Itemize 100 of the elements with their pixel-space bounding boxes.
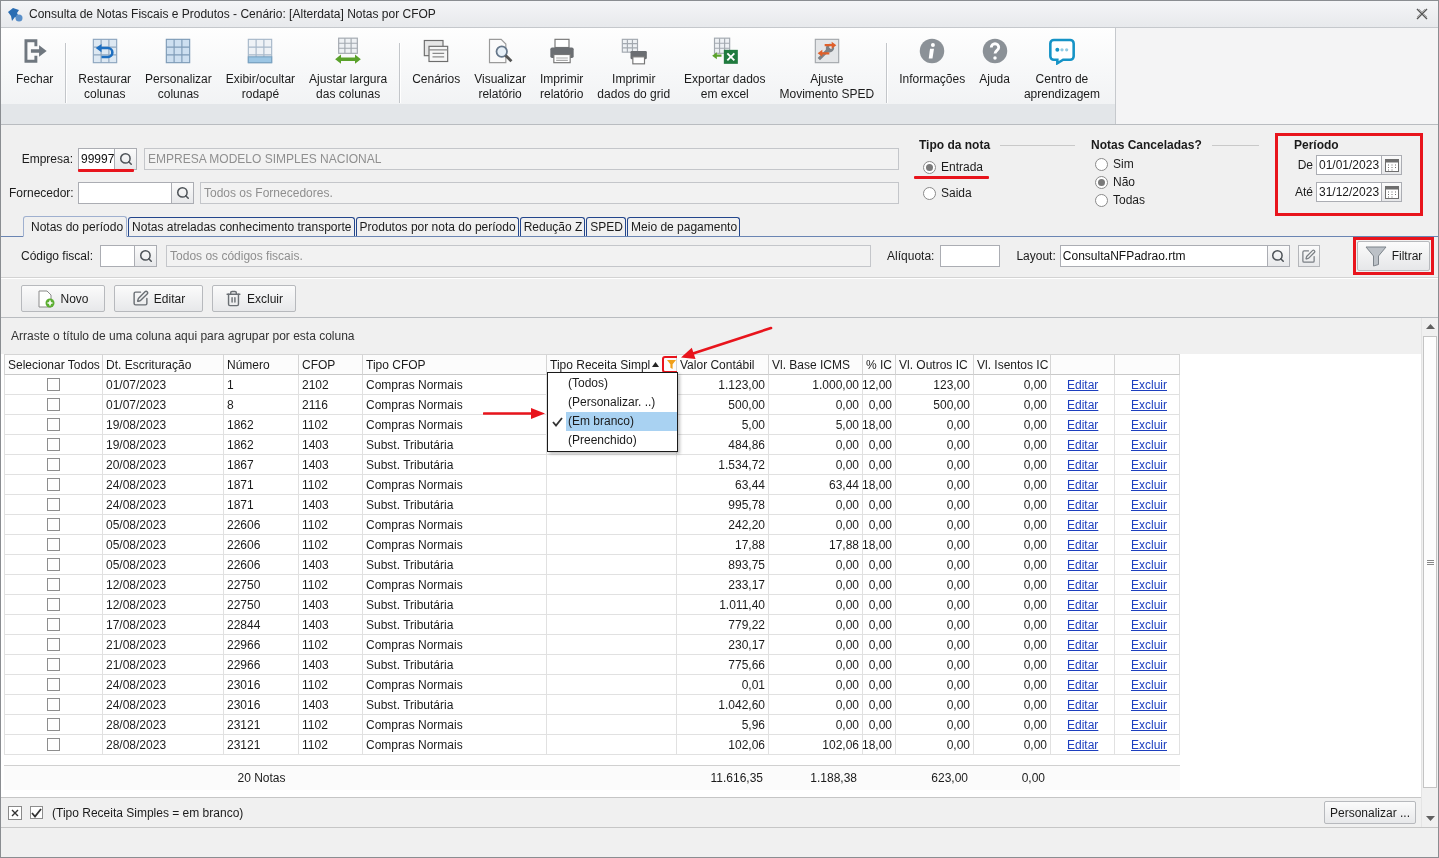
edit-link[interactable]: Editar — [1067, 537, 1099, 552]
edit-link[interactable]: Editar — [1067, 697, 1099, 712]
action-button[interactable]: Novo — [21, 285, 105, 312]
filter-icon[interactable] — [667, 360, 677, 369]
filter-checkbox[interactable] — [30, 806, 43, 819]
edit-link[interactable]: Editar — [1067, 717, 1099, 732]
toolbar-button[interactable]: Restaurar colunas — [71, 33, 139, 102]
close-icon[interactable] — [1416, 8, 1428, 20]
scroll-down-icon[interactable] — [1425, 816, 1435, 821]
edit-link[interactable]: Editar — [1067, 517, 1099, 532]
edit-link[interactable]: Editar — [1067, 677, 1099, 692]
tab[interactable]: Meio de pagamento — [627, 217, 741, 236]
edit-link[interactable]: Editar — [1067, 397, 1099, 412]
edit-link[interactable]: Editar — [1067, 577, 1099, 592]
radio-label[interactable]: Entrada — [941, 160, 984, 174]
edit-link[interactable]: Editar — [1067, 657, 1099, 672]
radio-label[interactable]: Não — [1113, 175, 1135, 189]
radio-button[interactable] — [923, 186, 936, 200]
scrollbar-thumb[interactable] — [1423, 336, 1437, 788]
delete-link[interactable]: Excluir — [1131, 637, 1167, 652]
row-checkbox[interactable] — [47, 698, 60, 711]
row-checkbox[interactable] — [47, 498, 60, 511]
delete-link[interactable]: Excluir — [1131, 417, 1167, 432]
row-checkbox[interactable] — [47, 518, 60, 531]
column-header[interactable]: Dt. Escrituração — [103, 354, 224, 375]
search-button[interactable] — [172, 182, 194, 204]
delete-link[interactable]: Excluir — [1131, 717, 1167, 732]
edit-link[interactable]: Editar — [1067, 617, 1099, 632]
delete-link[interactable]: Excluir — [1131, 697, 1167, 712]
toolbar-button[interactable]: Exportar dados em excel — [677, 33, 773, 102]
toolbar-button[interactable]: Imprimir relatório — [533, 33, 591, 102]
radio-button[interactable] — [1095, 157, 1108, 171]
edit-link[interactable]: Editar — [1067, 417, 1099, 432]
delete-link[interactable]: Excluir — [1131, 377, 1167, 392]
delete-link[interactable]: Excluir — [1131, 677, 1167, 692]
edit-link[interactable]: Editar — [1067, 477, 1099, 492]
filter-option[interactable]: (Preenchido) — [566, 431, 677, 450]
row-checkbox[interactable] — [47, 618, 60, 631]
toolbar-button[interactable]: Centro de aprendizagem — [1016, 33, 1107, 102]
filter-button[interactable]: Filtrar — [1357, 241, 1430, 271]
toolbar-button[interactable]: Informações — [892, 33, 973, 87]
radio-button[interactable] — [923, 160, 936, 174]
row-checkbox[interactable] — [47, 438, 60, 451]
edit-link[interactable]: Editar — [1067, 437, 1099, 452]
filter-option[interactable]: (Todos) — [566, 374, 677, 393]
delete-link[interactable]: Excluir — [1131, 437, 1167, 452]
toolbar-button[interactable]: Ajustar largura das colunas — [302, 33, 395, 102]
clear-filter-button[interactable] — [8, 805, 22, 820]
tab[interactable]: Notas atreladas conhecimento transporte — [128, 217, 355, 236]
action-button[interactable]: Excluir — [212, 285, 296, 312]
search-button[interactable] — [115, 148, 137, 170]
search-button[interactable] — [1267, 245, 1290, 267]
filter-option[interactable]: (Personalizar. ..) — [566, 393, 677, 412]
column-header[interactable]: Tipo CFOP — [363, 354, 547, 375]
row-checkbox[interactable] — [47, 598, 60, 611]
input-field[interactable] — [100, 245, 136, 267]
column-header[interactable]: CFOP — [299, 354, 363, 375]
row-checkbox[interactable] — [47, 418, 60, 431]
edit-link[interactable]: Editar — [1067, 597, 1099, 612]
tab[interactable]: SPED — [586, 217, 627, 236]
toolbar-button[interactable]: Ajuda — [972, 33, 1017, 87]
column-header[interactable]: Selecionar Todos — [4, 354, 103, 375]
radio-button[interactable] — [1095, 175, 1108, 189]
row-checkbox[interactable] — [47, 558, 60, 571]
toolbar-button[interactable]: Imprimir dados do grid — [590, 33, 678, 102]
row-checkbox[interactable] — [47, 578, 60, 591]
delete-link[interactable]: Excluir — [1131, 597, 1167, 612]
edit-link[interactable]: Editar — [1067, 457, 1099, 472]
row-checkbox[interactable] — [47, 538, 60, 551]
delete-link[interactable]: Excluir — [1131, 537, 1167, 552]
edit-link[interactable]: Editar — [1067, 737, 1099, 752]
row-checkbox[interactable] — [47, 678, 60, 691]
delete-link[interactable]: Excluir — [1131, 577, 1167, 592]
filter-option[interactable]: (Em branco) — [566, 412, 677, 431]
date-field[interactable]: 01/01/2023 — [1316, 155, 1382, 175]
edit-link[interactable]: Editar — [1067, 637, 1099, 652]
delete-link[interactable]: Excluir — [1131, 557, 1167, 572]
edit-link[interactable]: Editar — [1067, 377, 1099, 392]
row-checkbox[interactable] — [47, 398, 60, 411]
scroll-up-icon[interactable] — [1425, 324, 1435, 329]
column-header[interactable]: Valor Contábil — [677, 354, 769, 375]
column-header[interactable]: Vl. Isentos IC — [974, 354, 1051, 375]
date-field[interactable]: 31/12/2023 — [1316, 182, 1382, 202]
input-field[interactable] — [78, 182, 172, 204]
row-checkbox[interactable] — [47, 478, 60, 491]
column-header[interactable]: % IC — [863, 354, 896, 375]
delete-link[interactable]: Excluir — [1131, 737, 1167, 752]
column-header[interactable]: Vl. Base ICMS — [769, 354, 863, 375]
toolbar-button[interactable]: Visualizar relatório — [467, 33, 533, 102]
calendar-button[interactable] — [1382, 155, 1402, 175]
row-checkbox[interactable] — [47, 718, 60, 731]
code-field[interactable]: 99997 — [78, 148, 115, 170]
radio-button[interactable] — [1095, 193, 1108, 207]
row-checkbox[interactable] — [47, 638, 60, 651]
edit-link[interactable]: Editar — [1067, 557, 1099, 572]
row-checkbox[interactable] — [47, 378, 60, 391]
radio-label[interactable]: Todas — [1113, 193, 1146, 207]
radio-label[interactable]: Saida — [941, 186, 972, 200]
tab[interactable]: Redução Z — [519, 217, 586, 236]
toolbar-button[interactable]: Cenários — [405, 33, 468, 87]
